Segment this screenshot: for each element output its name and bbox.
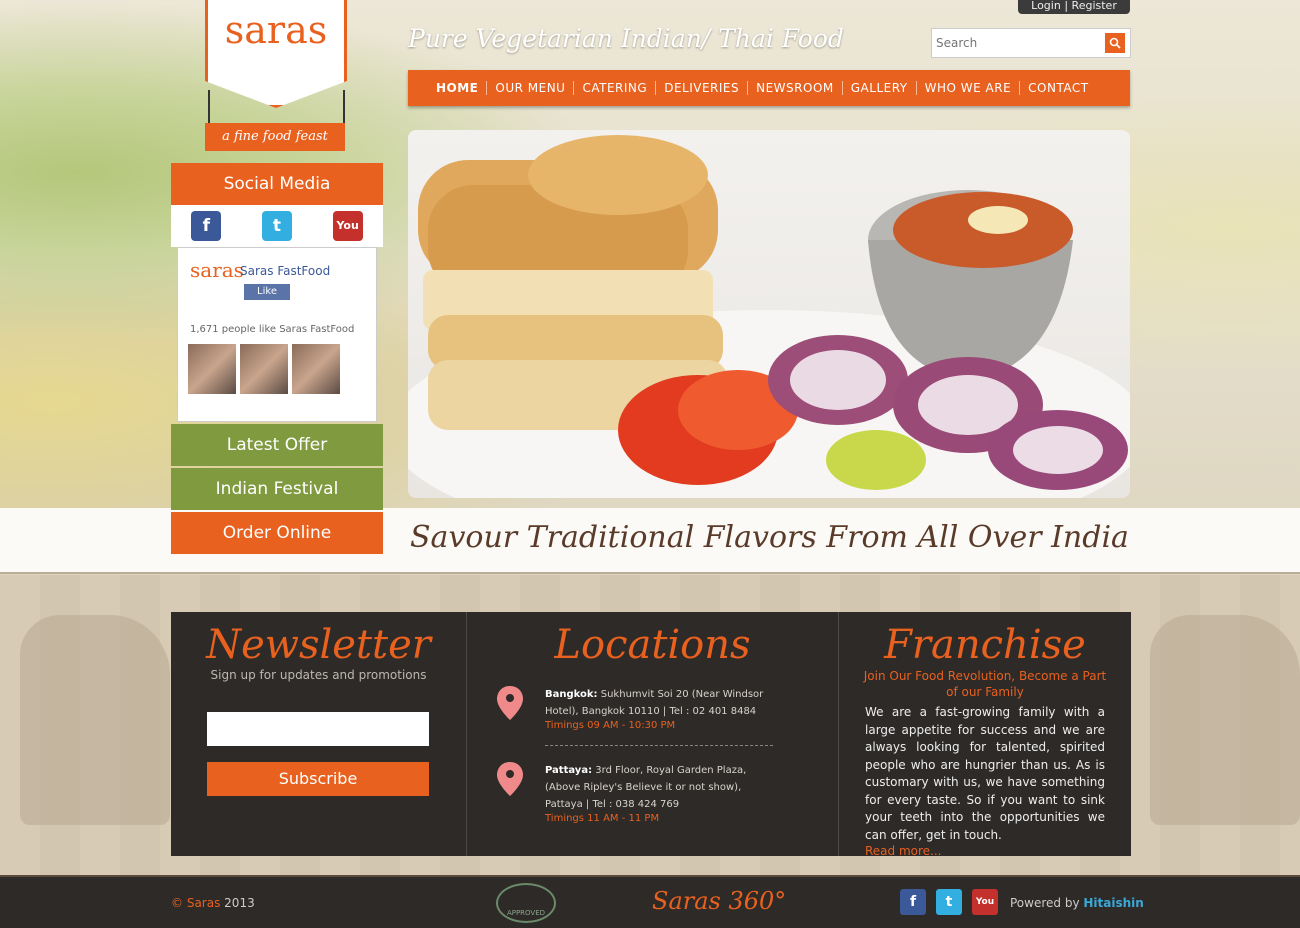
sidebar: Social Media f t You saras Saras FastFoo… xyxy=(171,163,383,554)
nav-item-home[interactable]: HOME xyxy=(428,81,488,95)
fb-like-count: 1,671 people like Saras FastFood xyxy=(190,324,355,335)
location-pattaya: Pattaya: 3rd Floor, Royal Garden Plaza, … xyxy=(497,762,777,824)
footer-brand-link[interactable]: Saras xyxy=(187,896,221,910)
twitter-icon[interactable]: t xyxy=(936,889,962,915)
newsletter-subtitle: Sign up for updates and promotions xyxy=(210,668,427,682)
location-timings: Timings 11 AM - 11 PM xyxy=(545,813,660,824)
fb-widget-logo: saras xyxy=(190,258,244,282)
nav-item-gallery[interactable]: GALLERY xyxy=(843,81,917,95)
logo-text: saras xyxy=(224,8,328,52)
copyright-symbol: © xyxy=(171,896,183,910)
franchise-text: We are a fast-growing family with a larg… xyxy=(865,705,1105,842)
site-tagline: Pure Vegetarian Indian/ Thai Food xyxy=(408,24,844,53)
subscribe-button[interactable]: Subscribe xyxy=(207,762,429,796)
nav-item-contact[interactable]: CONTACT xyxy=(1020,81,1096,95)
footer-year: 2013 xyxy=(224,896,255,910)
powered-by: Powered by Hitaishin xyxy=(1010,896,1144,910)
newsletter-panel: Newsletter Sign up for updates and promo… xyxy=(171,612,467,856)
footer-social-icons: f t You xyxy=(900,889,998,915)
twitter-icon[interactable]: t xyxy=(261,211,292,241)
powered-by-link[interactable]: Hitaishin xyxy=(1083,896,1143,910)
location-address: Pattaya: 3rd Floor, Royal Garden Plaza, … xyxy=(545,762,777,813)
search-box xyxy=(931,28,1131,58)
fb-photo[interactable] xyxy=(240,344,288,394)
nav-item-deliveries[interactable]: DELIVERIES xyxy=(656,81,749,95)
elephant-decoration-left xyxy=(20,615,170,825)
food-illustration xyxy=(408,135,1130,498)
location-pin-icon xyxy=(497,762,523,796)
main-nav: HOME OUR MENU CATERING DELIVERIES NEWSRO… xyxy=(408,70,1130,106)
register-link[interactable]: Register xyxy=(1072,0,1117,12)
fb-like-button[interactable]: Like xyxy=(244,284,290,300)
search-icon[interactable] xyxy=(1105,33,1125,53)
social-icons: f t You xyxy=(171,205,383,247)
location-timings: Timings 09 AM - 10:30 PM xyxy=(545,720,676,731)
newsletter-title: Newsletter xyxy=(206,622,431,668)
facebook-icon[interactable]: f xyxy=(900,889,926,915)
franchise-panel: Franchise Join Our Food Revolution, Beco… xyxy=(839,612,1131,858)
fb-photos xyxy=(188,344,340,394)
franchise-read-more-link[interactable]: Read more... xyxy=(839,844,1131,858)
login-bar: Login | Register xyxy=(1018,0,1130,14)
saras-360-link[interactable]: Saras 360° xyxy=(652,887,786,915)
locations-divider xyxy=(545,745,773,746)
locations-panel: Locations Bangkok: Sukhumvit Soi 20 (Nea… xyxy=(467,612,839,856)
nav-item-our-menu[interactable]: OUR MENU xyxy=(487,81,575,95)
fb-page-name[interactable]: Saras FastFood xyxy=(240,264,330,278)
facebook-icon[interactable]: f xyxy=(191,211,222,241)
hero-food-image xyxy=(408,130,1130,498)
footer-copyright: © Saras 2013 xyxy=(171,896,255,910)
franchise-title: Franchise xyxy=(884,622,1086,668)
separator: | xyxy=(1064,0,1069,12)
info-panels: Newsletter Sign up for updates and promo… xyxy=(171,612,1131,858)
location-address: Bangkok: Sukhumvit Soi 20 (Near Windsor … xyxy=(545,686,777,720)
locations-title: Locations xyxy=(554,622,751,668)
elephant-decoration-right xyxy=(1150,615,1300,825)
nav-item-who-we-are[interactable]: WHO WE ARE xyxy=(917,81,1021,95)
indian-festival-button[interactable]: Indian Festival xyxy=(171,468,383,510)
youtube-icon[interactable]: You xyxy=(332,211,363,241)
facebook-widget: saras Saras FastFood Like 1,671 people l… xyxy=(177,247,377,422)
logo-chain-left xyxy=(208,90,210,125)
location-name: Pattaya: xyxy=(545,765,593,776)
franchise-subtitle: Join Our Food Revolution, Become a Part … xyxy=(863,669,1107,699)
youtube-icon[interactable]: You xyxy=(972,889,998,915)
footer: © Saras 2013 APPROVED Saras 360° f t You… xyxy=(0,875,1300,928)
nav-item-catering[interactable]: CATERING xyxy=(574,81,657,95)
logo-chain-right xyxy=(343,90,345,125)
social-media-title: Social Media xyxy=(171,163,383,205)
approved-badge: APPROVED xyxy=(496,883,556,923)
nav-item-newsroom[interactable]: NEWSROOM xyxy=(748,81,843,95)
fb-photo[interactable] xyxy=(188,344,236,394)
savour-tagline: Savour Traditional Flavors From All Over… xyxy=(410,520,1129,555)
order-online-button[interactable]: Order Online xyxy=(171,512,383,554)
location-pin-icon xyxy=(497,686,523,720)
logo-tagline: a fine food feast xyxy=(205,123,345,151)
powered-prefix: Powered by xyxy=(1010,896,1080,910)
login-link[interactable]: Login xyxy=(1031,0,1061,12)
location-name: Bangkok: xyxy=(545,689,598,700)
search-input[interactable] xyxy=(932,29,1097,57)
fb-photo[interactable] xyxy=(292,344,340,394)
location-bangkok: Bangkok: Sukhumvit Soi 20 (Near Windsor … xyxy=(497,686,777,731)
latest-offer-button[interactable]: Latest Offer xyxy=(171,424,383,466)
newsletter-email-input[interactable] xyxy=(207,712,429,746)
